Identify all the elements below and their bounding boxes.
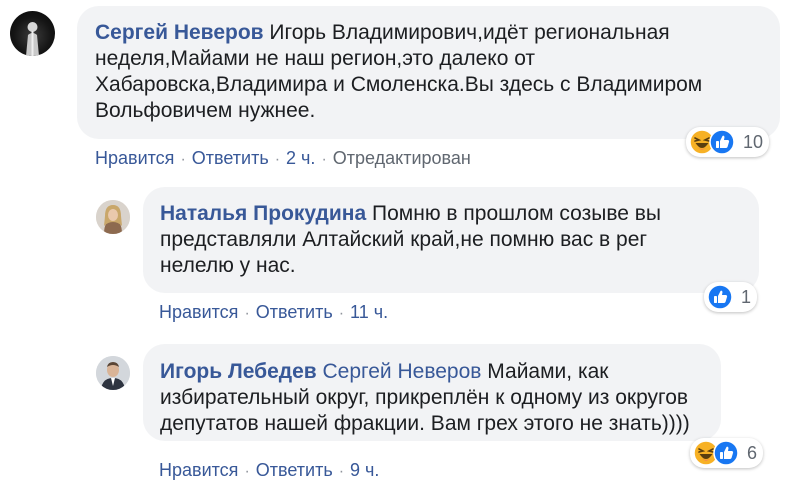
avatar[interactable]: [96, 200, 130, 234]
reply-link[interactable]: Ответить: [256, 302, 333, 322]
avatar[interactable]: [96, 356, 130, 390]
separator: ·: [338, 305, 345, 322]
like-link[interactable]: Нравится: [95, 148, 174, 168]
comment-text-line: депутатов нашей фракции. Вам грех этого …: [160, 412, 690, 435]
avatar-silhouette-icon: [26, 22, 39, 56]
comment-text-line: нелелю у нас.: [160, 254, 296, 277]
reactions-summary[interactable]: 1: [704, 282, 758, 312]
avatar-photo-icon: [96, 200, 130, 234]
reaction-count: 10: [743, 131, 764, 152]
comment-bubble: Наталья Прокудина Помню в прошлом созыве…: [143, 187, 759, 293]
comment-author-link[interactable]: Сергей Неверов: [95, 21, 264, 44]
comment-actions: Нравится · Ответить · 2 ч. · Отредактирован: [95, 148, 471, 169]
comment-bubble: Сергей Неверов Игорь Владимирович,идёт р…: [77, 6, 780, 139]
comment-bubble: Игорь Лебедев Сергей Неверов Майами, как…: [143, 344, 721, 441]
comment-text-line: Майами, как: [487, 360, 609, 383]
reply-link[interactable]: Ответить: [256, 460, 333, 480]
reaction-count: 1: [741, 286, 752, 307]
comment-text-line: неделя,Майами не наш регион,это далеко о…: [95, 47, 536, 70]
edited-label[interactable]: Отредактирован: [333, 148, 471, 168]
comment-text-line: Игорь Владимирович,идёт региональная: [269, 21, 670, 44]
like-icon: [709, 129, 735, 155]
separator: ·: [244, 305, 250, 322]
comment-author-link[interactable]: Игорь Лебедев: [160, 360, 317, 383]
reactions-summary[interactable]: 6: [690, 438, 764, 468]
avatar[interactable]: [10, 11, 55, 56]
comment-author-link[interactable]: Наталья Прокудина: [160, 202, 366, 225]
comment-text-line: Хабаровска,Владимира и Смоленска.Вы здес…: [95, 73, 703, 96]
timestamp-link[interactable]: 9 ч.: [350, 460, 379, 480]
separator: ·: [338, 463, 345, 480]
timestamp-link[interactable]: 2 ч.: [286, 148, 315, 168]
reply-link[interactable]: Ответить: [192, 148, 269, 168]
separator: ·: [180, 151, 186, 168]
comment-text-line: Помню в прошлом созыве вы: [372, 202, 662, 225]
comment-actions: Нравится · Ответить · 11 ч.: [159, 302, 388, 323]
like-link[interactable]: Нравится: [159, 302, 238, 322]
reaction-count: 6: [747, 442, 758, 463]
separator: ·: [244, 463, 250, 480]
separator: ·: [321, 151, 327, 168]
comment-actions: Нравится · Ответить · 9 ч.: [159, 460, 379, 481]
reactions-summary[interactable]: 10: [686, 127, 770, 157]
like-icon: [713, 440, 739, 466]
timestamp-link[interactable]: 11 ч.: [350, 302, 388, 322]
comment-text-line: представляли Алтайский край,не помню вас…: [160, 228, 648, 251]
separator: ·: [274, 151, 281, 168]
like-link[interactable]: Нравится: [159, 460, 238, 480]
avatar-photo-icon: [96, 356, 130, 390]
comment-text-line: избирательный округ, прикреплён к одному…: [160, 386, 689, 409]
comment-text-line: Вольфовичем нужнее.: [95, 99, 316, 122]
mention-link[interactable]: Сергей Неверов: [323, 360, 482, 383]
like-icon: [707, 284, 733, 310]
